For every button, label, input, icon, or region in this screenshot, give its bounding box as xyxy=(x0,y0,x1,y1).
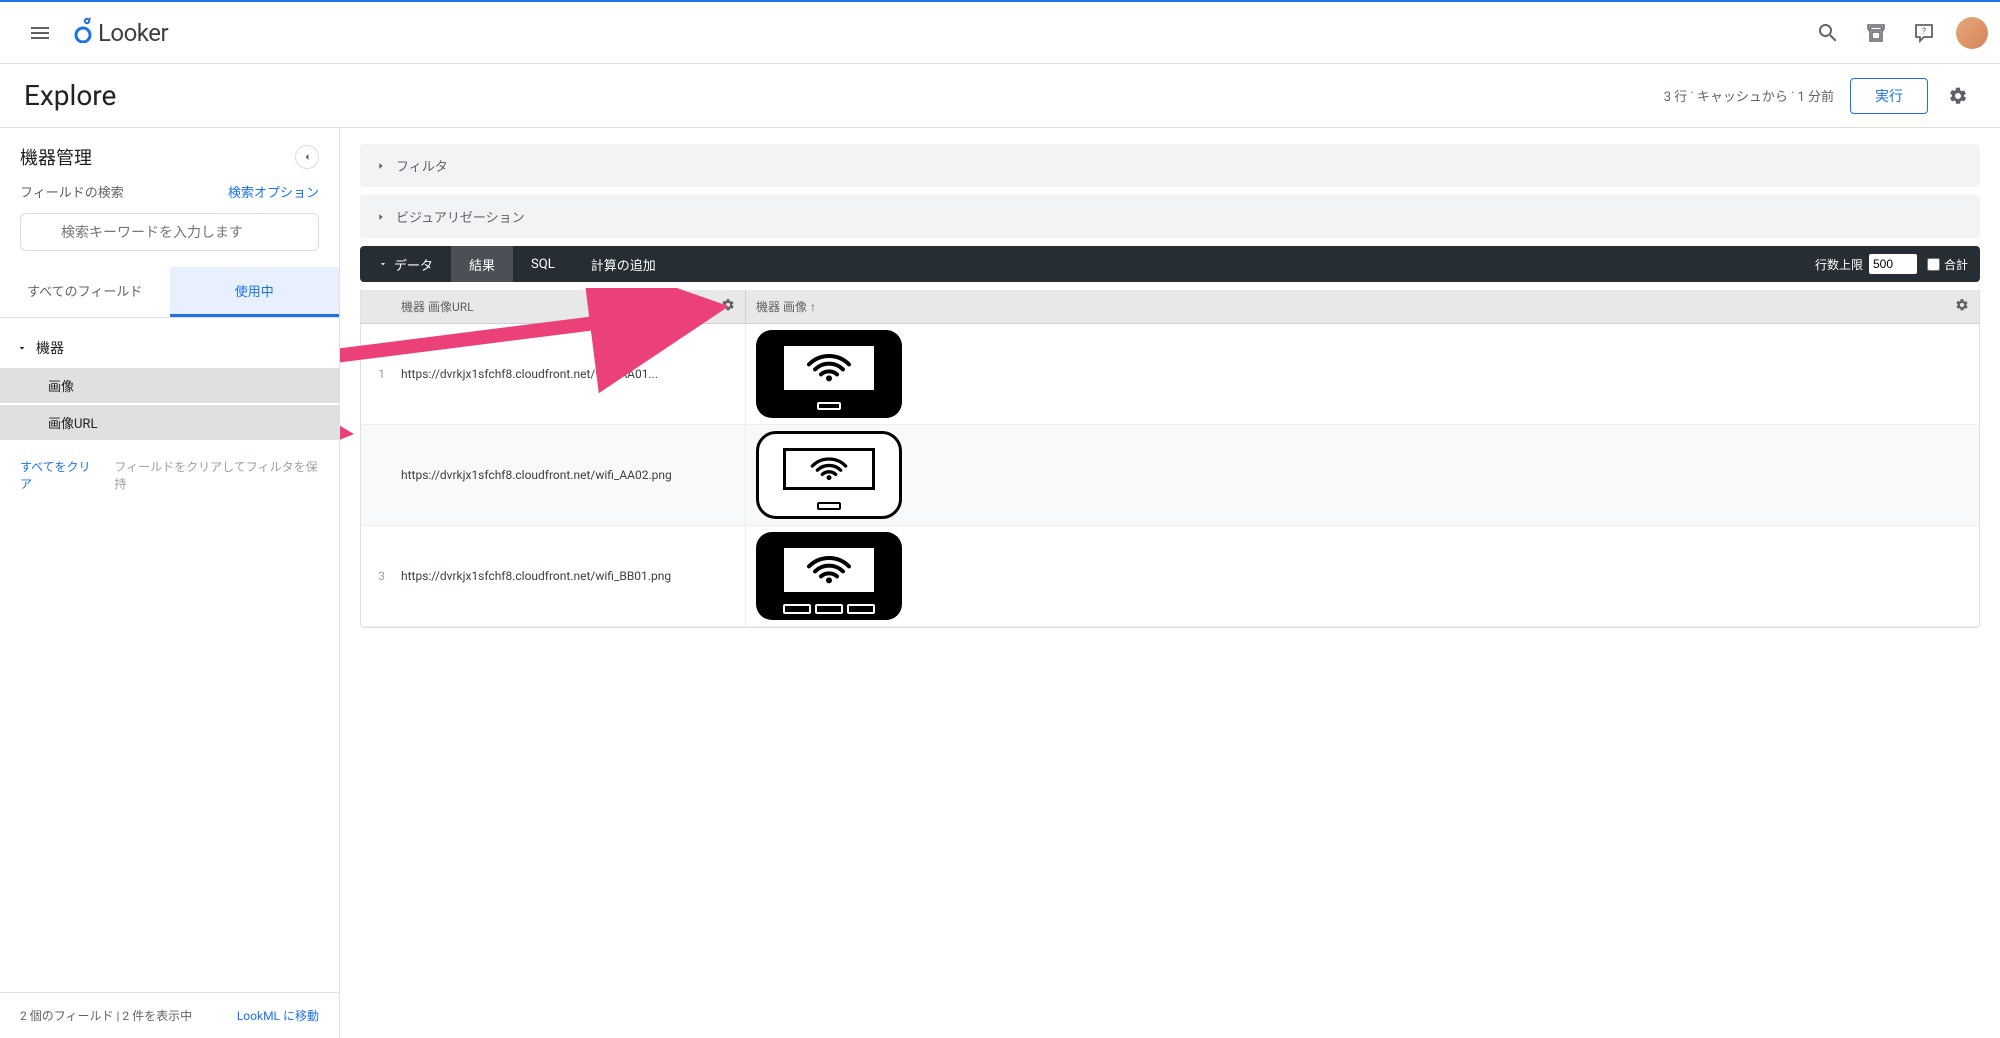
table-row: https://dvrkjx1sfchf8.cloudfront.net/wif… xyxy=(361,425,1979,526)
field-group-label: 機器 xyxy=(36,338,64,358)
cell-url[interactable]: https://dvrkjx1sfchf8.cloudfront.net/wif… xyxy=(391,324,746,424)
device-image xyxy=(756,431,902,519)
cell-image xyxy=(746,526,1979,626)
filter-panel[interactable]: フィルタ xyxy=(360,144,1980,187)
visualization-panel[interactable]: ビジュアリゼーション xyxy=(360,195,1980,238)
collapse-sidebar-icon[interactable] xyxy=(295,145,319,169)
device-image xyxy=(756,532,902,620)
column-gear-icon[interactable] xyxy=(721,298,735,315)
tab-in-use[interactable]: 使用中 xyxy=(170,267,340,317)
cell-image xyxy=(746,324,1979,424)
logo-icon xyxy=(72,17,94,49)
svg-text:?: ? xyxy=(1922,27,1926,37)
go-to-lookml-link[interactable]: LookML に移動 xyxy=(237,1007,319,1024)
table-row: 1 https://dvrkjx1sfchf8.cloudfront.net/w… xyxy=(361,324,1979,425)
column-header-image[interactable]: 機器 画像 ↑ xyxy=(746,290,1979,323)
visualization-panel-label: ビジュアリゼーション xyxy=(396,207,525,226)
field-tabs: すべてのフィールド 使用中 xyxy=(0,267,339,318)
field-picker-sidebar: 機器管理 フィールドの検索 検索オプション すべてのフィールド 使用中 機器 画… xyxy=(0,128,340,1038)
row-number: 3 xyxy=(361,526,391,626)
device-image xyxy=(756,330,902,418)
data-dropdown[interactable]: データ xyxy=(360,246,451,282)
cell-image xyxy=(746,425,1979,525)
field-count-status: 2 個のフィールド | 2 件を表示中 xyxy=(20,1007,192,1024)
tab-sql[interactable]: SQL xyxy=(513,246,573,282)
search-icon[interactable] xyxy=(1804,9,1852,57)
row-number xyxy=(361,425,391,525)
tab-results[interactable]: 結果 xyxy=(451,246,513,282)
field-item-image-url[interactable]: 画像URL xyxy=(0,405,339,440)
hamburger-menu-icon[interactable] xyxy=(16,9,64,57)
column-header-url[interactable]: 機器 画像URL xyxy=(391,290,746,323)
cell-url[interactable]: https://dvrkjx1sfchf8.cloudfront.net/wif… xyxy=(391,425,746,525)
row-limit-label: 行数上限 xyxy=(1815,256,1863,273)
cache-info: 3 行 ˙ キャッシュから ˙ 1 分前 xyxy=(1664,86,1834,105)
cell-url[interactable]: https://dvrkjx1sfchf8.cloudfront.net/wif… xyxy=(391,526,746,626)
marketplace-icon[interactable] xyxy=(1852,9,1900,57)
search-input[interactable] xyxy=(20,213,319,251)
run-button[interactable]: 実行 xyxy=(1850,78,1928,114)
row-limit-input[interactable] xyxy=(1869,254,1917,274)
top-bar: Looker ? xyxy=(0,0,2000,64)
tab-all-fields[interactable]: すべてのフィールド xyxy=(0,267,170,317)
search-label: フィールドの検索 xyxy=(20,182,124,201)
clear-all-link[interactable]: すべてをクリア xyxy=(20,458,98,492)
field-item-image[interactable]: 画像 xyxy=(0,368,339,403)
sidebar-title: 機器管理 xyxy=(20,144,92,170)
add-calculation-button[interactable]: 計算の追加 xyxy=(573,246,674,282)
filter-panel-label: フィルタ xyxy=(396,156,448,175)
table-row: 3 https://dvrkjx1sfchf8.cloudfront.net/w… xyxy=(361,526,1979,627)
page-title: Explore xyxy=(24,79,116,112)
avatar[interactable] xyxy=(1956,17,1988,49)
explore-settings-icon[interactable] xyxy=(1940,78,1976,114)
field-group-header[interactable]: 機器 xyxy=(0,330,339,366)
row-number-header xyxy=(361,290,391,323)
help-icon[interactable]: ? xyxy=(1900,9,1948,57)
clear-keep-filters-link[interactable]: フィールドをクリアしてフィルタを保持 xyxy=(114,458,319,492)
column-gear-icon[interactable] xyxy=(1955,298,1969,315)
totals-checkbox[interactable]: 合計 xyxy=(1927,256,1980,273)
search-options-link[interactable]: 検索オプション xyxy=(228,182,319,201)
results-table: 機器 画像URL 機器 画像 ↑ 1 https://dvrkjx1sfchf8… xyxy=(360,290,1980,628)
explore-content: フィルタ ビジュアリゼーション データ 結果 SQL 計算の追加 行数上限 合計 xyxy=(340,128,2000,1038)
explore-header: Explore 3 行 ˙ キャッシュから ˙ 1 分前 実行 xyxy=(0,64,2000,128)
logo-text: Looker xyxy=(98,19,168,47)
row-number: 1 xyxy=(361,324,391,424)
logo[interactable]: Looker xyxy=(72,17,168,49)
data-bar: データ 結果 SQL 計算の追加 行数上限 合計 xyxy=(360,246,1980,282)
